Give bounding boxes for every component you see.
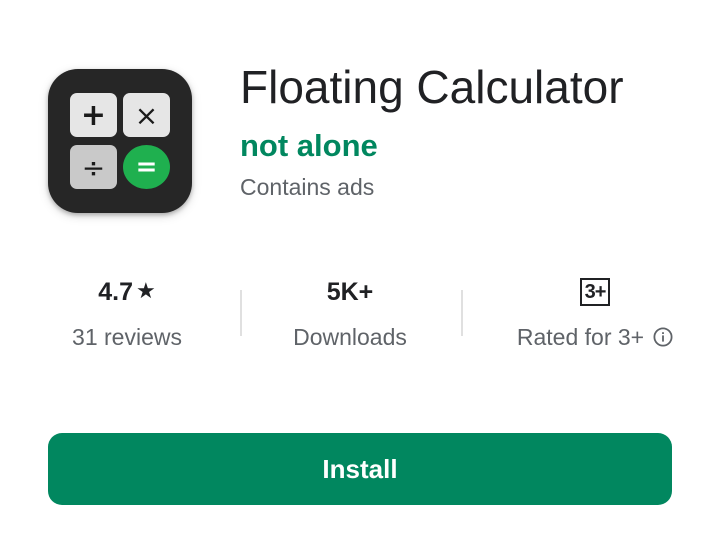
downloads-stat: 5K+ Downloads — [262, 272, 438, 362]
equals-key-icon: = — [123, 145, 170, 189]
content-rating-stat[interactable]: 3+ Rated for 3+ — [490, 272, 700, 362]
content-rating-badge-row: 3+ — [490, 272, 700, 312]
stats-divider — [461, 290, 463, 336]
contains-ads-label: Contains ads — [240, 174, 375, 200]
app-icon: + × ÷ = — [48, 69, 192, 213]
rating-value: 4.7 — [98, 278, 134, 306]
content-rating-badge-icon: 3+ — [580, 278, 610, 306]
star-icon: ★ — [136, 279, 156, 304]
content-rating-label: Rated for 3+ — [516, 324, 645, 350]
info-icon[interactable] — [653, 327, 673, 347]
rating-stat[interactable]: 4.7 ★ 31 reviews — [42, 272, 212, 362]
app-title: Floating Calculator — [240, 61, 624, 113]
content-rating-label-row: Rated for 3+ — [490, 323, 700, 351]
multiply-key-icon: × — [123, 93, 170, 137]
downloads-label: Downloads — [293, 324, 407, 350]
plus-key-icon: + — [70, 93, 117, 137]
install-button[interactable]: Install — [48, 433, 672, 505]
downloads-value: 5K+ — [326, 278, 374, 306]
rating-value-row: 4.7 ★ — [42, 272, 212, 312]
reviews-count: 31 reviews — [72, 324, 182, 350]
developer-link[interactable]: not alone — [240, 127, 378, 165]
stats-divider — [240, 290, 242, 336]
divide-key-icon: ÷ — [70, 145, 117, 189]
